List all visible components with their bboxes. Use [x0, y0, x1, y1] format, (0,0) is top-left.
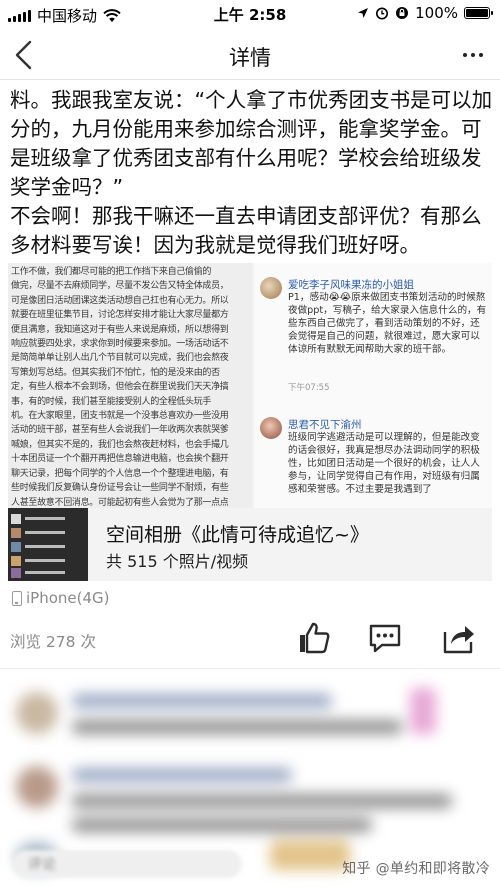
battery-level	[466, 9, 488, 17]
watermark: 知乎 @单约和即将散冷	[342, 861, 490, 877]
battery-percent: 100%	[415, 4, 458, 22]
location-arrow-icon	[358, 8, 369, 18]
share-arrow-icon[interactable]	[441, 620, 477, 656]
avatar	[260, 417, 282, 439]
view-count: 浏览 278 次	[10, 633, 96, 651]
device-source: iPhone(4G)	[12, 589, 110, 607]
photo-text-line: 喊娘，但其实不是的，我们也会熬夜赶材料，也会手撮几	[11, 439, 229, 450]
comment-time: 下午07:55	[288, 383, 330, 393]
album-thumbnail	[8, 508, 88, 581]
photo-text-line: 聊天记录，把每个同学的个人信息一个个整理进电脑，有	[11, 468, 229, 479]
photo-text-line: 响应就要四处求，求求你到时候要来参加。一场活动话不	[11, 339, 229, 350]
post-paragraph: 料。我跟我室友说：“个人拿了市优秀团支书是可以加分的，九月份能用来参加综合测评，…	[10, 88, 493, 199]
album-bar[interactable]: 空间相册《此情可待成追忆~》 共 515 个照片/视频	[8, 508, 492, 581]
photo-comment: 思君不见下渝州 班级同学逃避活动是可以理解的，但是能改变的话会很好，我真是想尽办…	[260, 417, 488, 507]
photo-text-line: 写策划写总结。但其实我们不怕忙，怕的是没来由的否	[11, 367, 220, 378]
phone-icon	[12, 590, 22, 606]
photo-text-line: 事，有的时候，我们甚至能接受别人的全程低头玩手	[11, 396, 212, 407]
comment-text: P1，感动😭😭原来做团支书策划活动的时候熬夜做ppt，写稿子，给大家录入信息什么…	[288, 292, 487, 355]
photo-text-line: 工作不做，我们都尽可能的把工作挡下来自己偷偷的	[11, 267, 212, 277]
photo-text-line: 是简简单单让别人出几个节目就可以完成，我们也会熬夜	[11, 353, 229, 364]
status-bar: 中国移动 上午 2:58 100%	[0, 0, 500, 28]
rotation-lock-icon	[396, 7, 409, 19]
page-title: 详情	[229, 46, 271, 70]
thumbs-up-icon[interactable]	[296, 620, 332, 656]
post-body: 料。我跟我室友说：“个人拿了市优秀团支书是可以加分的，九月份能用来参加综合测评，…	[10, 86, 494, 260]
device-label: iPhone(4G)	[26, 589, 110, 607]
photo-screenshot-text: 工作不做，我们都尽可能的把工作挡下来自己偷偷的做完，尽量不去麻烦同学，尽量不发公…	[8, 263, 252, 565]
divider	[0, 668, 500, 669]
album-title: 空间相册《此情可待成追忆~》	[106, 524, 369, 546]
photo-text-line: 定，有些人根本不会到场，但他会在群里说我们天天净搞	[11, 382, 229, 393]
shared-photo-card[interactable]: 工作不做，我们都尽可能的把工作挡下来自己偷偷的做完，尽量不去麻烦同学，尽量不发公…	[8, 263, 492, 581]
photo-comment: 爱吃李子风味果冻的小姐姐 P1，感动😭😭原来做团支书策划活动的时候熬夜做ppt，…	[260, 277, 488, 397]
photo-text-line: 活动的班干部，甚至有些人会说我们一年收两次表就哭爹	[11, 425, 229, 436]
photo-text-line: 十本团员证一个个翻开再把信息输进电脑，也会挨个翻开	[11, 454, 229, 465]
more-dots-icon[interactable]	[458, 40, 488, 70]
comment-author: 思君不见下渝州	[288, 419, 362, 431]
status-right: 100%	[357, 4, 493, 22]
photo-text-line: 些时候我们反复确认身份证号会让一些同学不耐烦，有些	[11, 483, 229, 494]
album-count: 共 515 个照片/视频	[106, 552, 249, 571]
photo-text-line: 机。在大家眼里，团支书就是一个没事总喜欢办一些没用	[11, 411, 229, 422]
comment-text: 班级同学逃避活动是可以理解的，但是能改变的话会很好，我真是想尽办法调动同学的积极…	[288, 432, 480, 495]
photo-text-line: 做完，尽量不去麻烦同学，尽量不发公告又特全体成员，	[11, 281, 229, 292]
photo-comments-panel: 爱吃李子风味果冻的小姐姐 P1，感动😭😭原来做团支书策划活动的时候熬夜做ppt，…	[254, 263, 492, 508]
photo-text-line: 就要在班里征集节目，讨论怎样安排才能让大家尽量都方	[11, 310, 229, 321]
battery-icon	[464, 7, 493, 19]
photo-text-line: 可是像团日活动团课这类活动想自己扛也有心无力。所以	[11, 295, 229, 306]
nav-bar: 详情	[0, 30, 500, 80]
comment-bubble-icon[interactable]	[367, 620, 403, 656]
photo-text-line: 便且满意，我知道这对于有些人来说是麻烦，所以想得到	[11, 324, 229, 335]
avatar	[260, 277, 282, 299]
comment-author: 爱吃李子风味果冻的小姐姐	[288, 279, 414, 291]
alarm-icon	[376, 7, 389, 20]
comment-input[interactable]: 评论	[12, 850, 242, 878]
post-paragraph: 不会啊！那我干嘛还一直去申请团支部评优？有那么多材料要写诶！因为我就是觉得我们班…	[10, 204, 482, 257]
